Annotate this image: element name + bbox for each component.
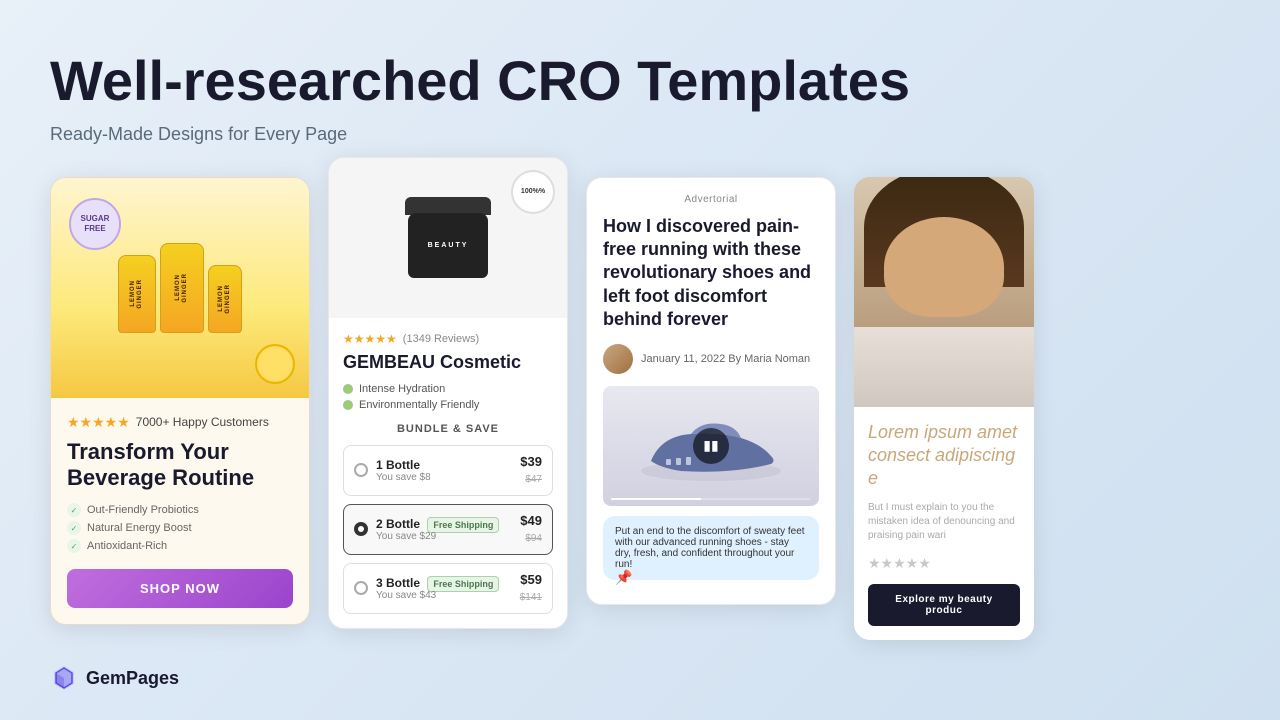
bundle-title: BUNDLE & SAVE (343, 423, 553, 435)
rating-row: ★★★★★ (1349 Reviews) (343, 332, 553, 346)
bundle-option-3[interactable]: 3 Bottle Free Shipping You save $43 $59 … (343, 563, 553, 614)
card-beauty-cosmetic: 100%% BEAUTY ★★★★★ (1349 Reviews) GEMBEA… (328, 157, 568, 629)
header: Well-researched CRO Templates Ready-Made… (50, 50, 1230, 145)
shipping-badge-2: Free Shipping (427, 517, 499, 533)
guarantee-badge: 100%% (511, 170, 555, 214)
lemon-decoration (255, 344, 295, 384)
bundle-info-3: 3 Bottle Free Shipping You save $43 (376, 576, 512, 601)
price-current-3: $59 (520, 572, 542, 587)
can-left: LEMONGINGER (118, 255, 156, 333)
bundle-option-1[interactable]: 1 Bottle You save $8 $39 $47 (343, 445, 553, 496)
gempages-logo: GemPages (50, 664, 179, 692)
face (884, 217, 1004, 317)
bundle-2-price: $49 $94 (520, 513, 542, 546)
card-beauty-partial: Lorem ipsum amet consect adipiscing e Bu… (854, 177, 1034, 640)
stars-row: ★★★★★ 7000+ Happy Customers (67, 414, 293, 431)
page-subtitle: Ready-Made Designs for Every Page (50, 124, 1230, 145)
card3-body: Advertorial How I discovered pain-free r… (587, 178, 835, 604)
cream-jar: BEAUTY (408, 213, 488, 278)
tag-row: Intense Hydration Environmentally Friend… (343, 383, 553, 411)
feature-1: ✓ Out-Friendly Probiotics (67, 503, 293, 517)
shipping-badge-3: Free Shipping (427, 576, 499, 592)
cans-visual: LEMONGINGER LEMONGINGER LEMONGINGER (118, 243, 242, 333)
price-old-2: $94 (525, 533, 542, 544)
bundle-3-label: 3 Bottle Free Shipping (376, 576, 512, 590)
radio-1 (354, 463, 368, 477)
price-current-1: $39 (520, 454, 542, 469)
price-old-3: $141 (520, 592, 542, 603)
rating-count: (1349 Reviews) (403, 333, 479, 345)
sugar-free-badge: SUGAR FREE (69, 198, 121, 250)
shop-now-button[interactable]: SHOP NOW (67, 569, 293, 608)
page-container: Well-researched CRO Templates Ready-Made… (0, 0, 1280, 720)
bundle-1-label: 1 Bottle (376, 458, 512, 472)
gem-icon (50, 664, 78, 692)
feature-3-icon: ✓ (67, 539, 81, 553)
bundle-option-2[interactable]: 2 Bottle Free Shipping You save $29 $49 … (343, 504, 553, 555)
shoulders (854, 327, 1034, 407)
card2-image: 100%% BEAUTY (329, 158, 567, 318)
bundle-info-2: 2 Bottle Free Shipping You save $29 (376, 517, 512, 542)
chat-icon: 📌 (615, 569, 632, 586)
lorem-title: Lorem ipsum amet consect adipiscing e (868, 421, 1020, 491)
card1-image: SUGAR FREE LEMONGINGER LEMONGINGER LEMON… (51, 178, 309, 398)
bundle-options: 1 Bottle You save $8 $39 $47 (343, 445, 553, 614)
author-date: January 11, 2022 By Maria Noman (641, 353, 810, 365)
tag-2: Environmentally Friendly (343, 399, 553, 411)
radio-2-dot (358, 526, 364, 532)
feature-2-icon: ✓ (67, 521, 81, 535)
tag-2-dot (343, 400, 353, 410)
article-title: How I discovered pain-free running with … (603, 215, 819, 332)
bundle-1-price: $39 $47 (520, 454, 542, 487)
play-button[interactable]: ▮▮ (693, 428, 729, 464)
can-center: LEMONGINGER (160, 243, 204, 333)
cards-row: SUGAR FREE LEMONGINGER LEMONGINGER LEMON… (50, 177, 1230, 640)
gempages-text: GemPages (86, 668, 179, 689)
card-advertorial: Advertorial How I discovered pain-free r… (586, 177, 836, 605)
card1-title: Transform Your Beverage Routine (67, 439, 293, 492)
price-current-2: $49 (520, 513, 542, 528)
tag-1: Intense Hydration (343, 383, 553, 395)
page-title: Well-researched CRO Templates (50, 50, 1230, 112)
author-row: January 11, 2022 By Maria Noman (603, 344, 819, 374)
lorem-stars: ★★★★★ (868, 555, 1020, 572)
feature-1-icon: ✓ (67, 503, 81, 517)
video-timeline (611, 498, 811, 500)
price-old-1: $47 (525, 474, 542, 485)
explore-button[interactable]: Explore my beauty produc (868, 584, 1020, 626)
card1-customers: 7000+ Happy Customers (136, 415, 269, 429)
shoe-image: ▮▮ (603, 386, 819, 506)
feature-3: ✓ Antioxidant-Rich (67, 539, 293, 553)
card4-image (854, 177, 1034, 407)
tag-1-dot (343, 384, 353, 394)
bundle-3-price: $59 $141 (520, 572, 542, 605)
card1-stars: ★★★★★ (67, 414, 130, 431)
card4-body: Lorem ipsum amet consect adipiscing e Bu… (854, 407, 1034, 640)
bundle-2-label: 2 Bottle Free Shipping (376, 517, 512, 531)
card-lemon-ginger: SUGAR FREE LEMONGINGER LEMONGINGER LEMON… (50, 177, 310, 626)
lorem-body: But I must explain to you the mistaken i… (868, 501, 1020, 543)
portrait-bg (854, 177, 1034, 407)
author-avatar (603, 344, 633, 374)
timeline-progress (611, 498, 701, 500)
card1-body: ★★★★★ 7000+ Happy Customers Transform Yo… (51, 398, 309, 625)
jar-container: BEAUTY (405, 197, 491, 278)
rating-stars: ★★★★★ (343, 332, 397, 346)
feature-2: ✓ Natural Energy Boost (67, 521, 293, 535)
chat-bubble: Put an end to the discomfort of sweaty f… (603, 516, 819, 580)
bundle-info-1: 1 Bottle You save $8 (376, 458, 512, 483)
bundle-1-save: You save $8 (376, 472, 512, 483)
can-right: LEMONGINGER (208, 265, 242, 333)
product-name: GEMBEAU Cosmetic (343, 352, 553, 373)
radio-3 (354, 581, 368, 595)
radio-2 (354, 522, 368, 536)
advertorial-label: Advertorial (603, 194, 819, 205)
card1-features: ✓ Out-Friendly Probiotics ✓ Natural Ener… (67, 503, 293, 553)
card2-body: ★★★★★ (1349 Reviews) GEMBEAU Cosmetic In… (329, 318, 567, 628)
